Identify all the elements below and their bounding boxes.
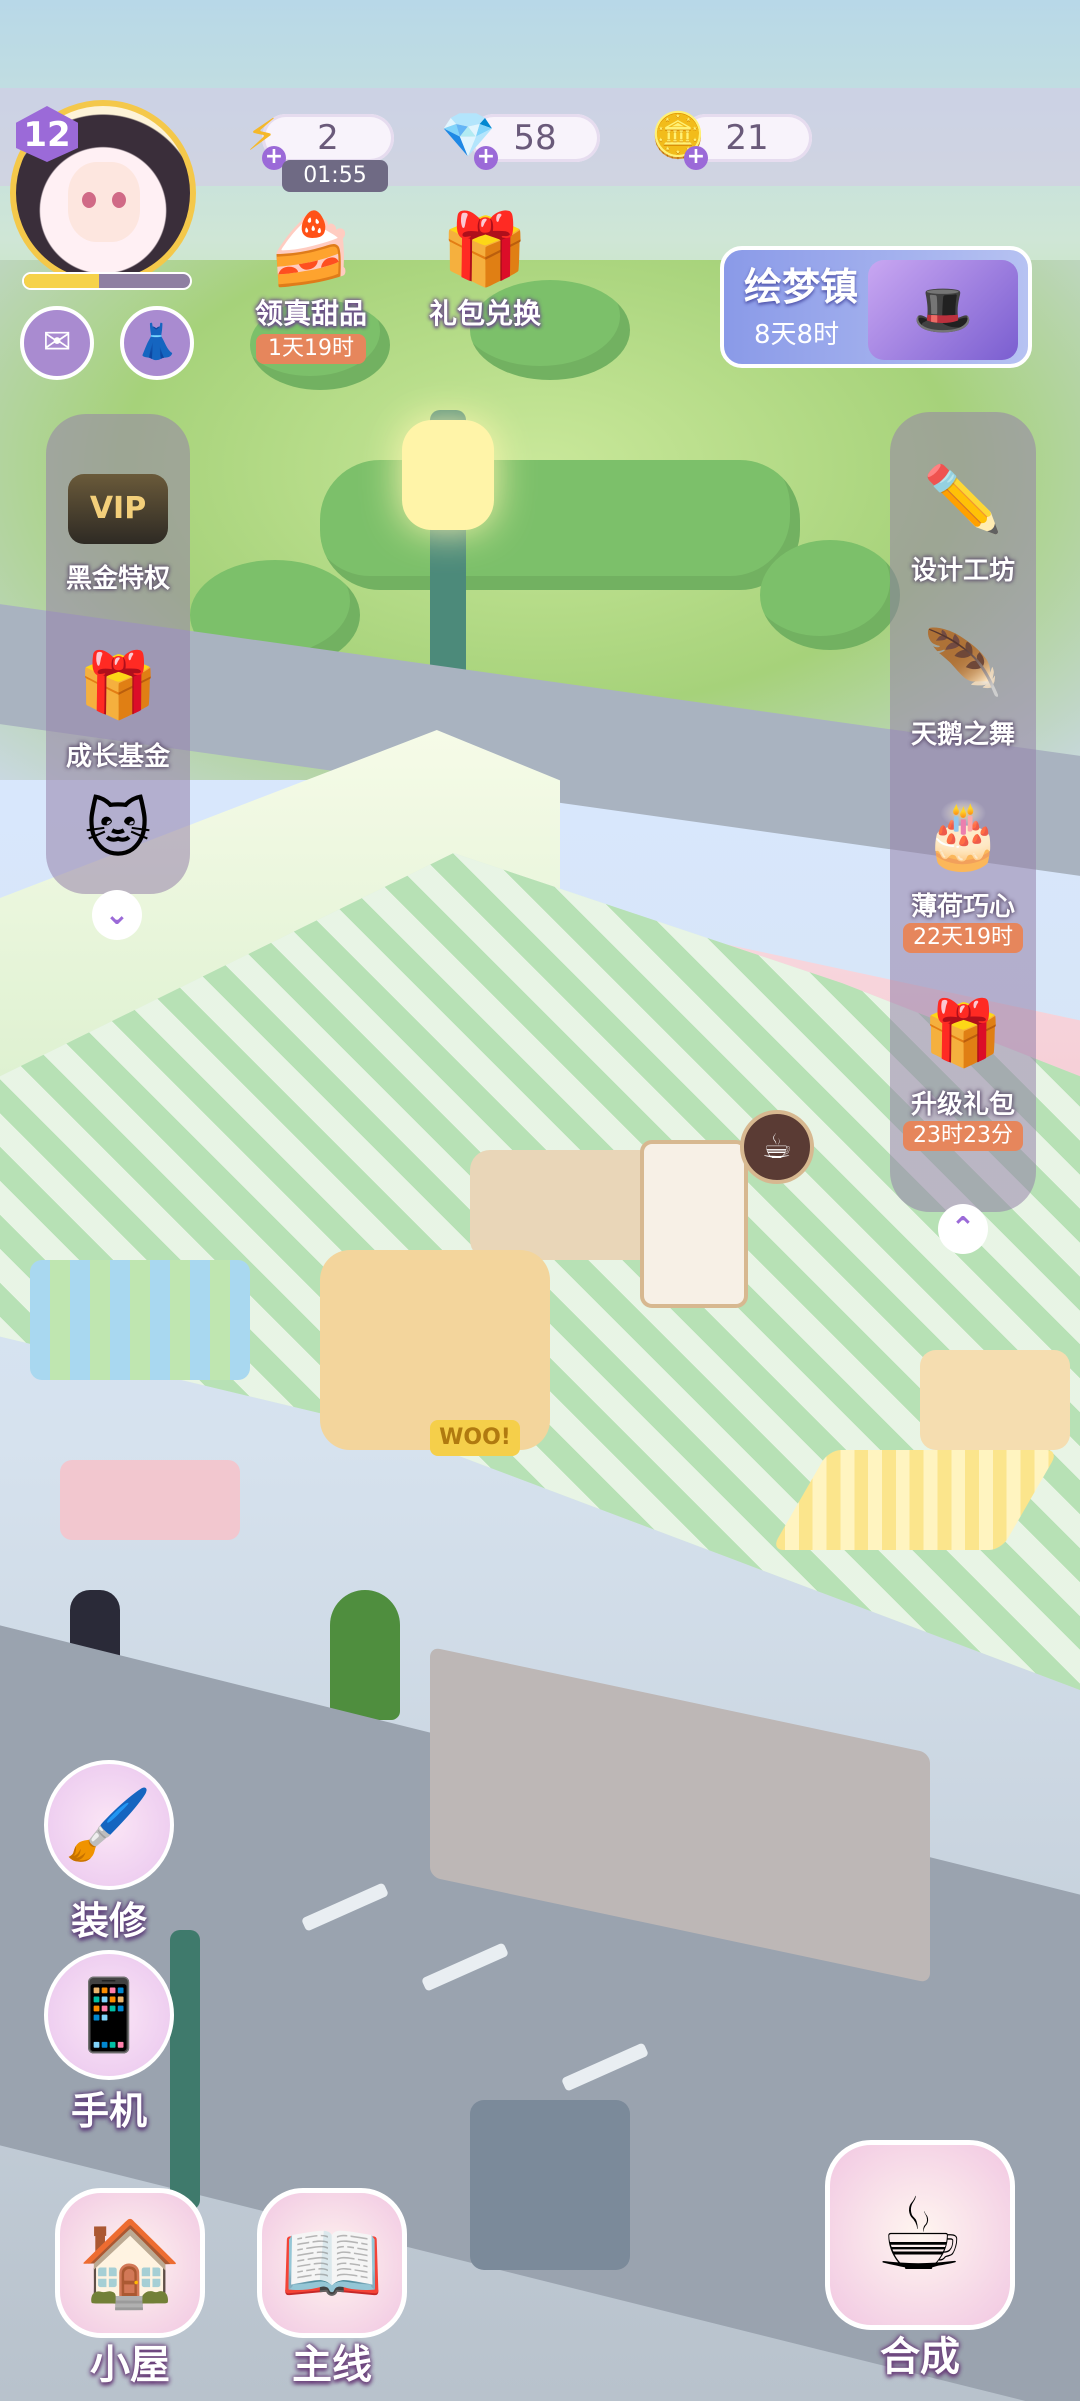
dessert-icon: 🍰 — [267, 208, 355, 290]
coffee-sign-icon: ☕ — [740, 1110, 814, 1184]
gift-box-icon: 🎁 — [78, 649, 158, 723]
avatar-eye — [82, 192, 96, 208]
player-avatar[interactable]: 12 — [10, 100, 200, 290]
teacup-icon: ☕ — [825, 2140, 1015, 2330]
growth-fund-label: 成长基金 — [65, 742, 170, 772]
design-workshop-label: 设计工坊 — [910, 556, 1015, 586]
bush — [760, 540, 900, 650]
dock-main-story-button[interactable]: 📖 主线 — [252, 2188, 412, 2390]
gift-icon: 🎁 — [441, 208, 529, 290]
add-coins-plus-icon[interactable]: + — [684, 146, 708, 170]
dock-merge-button[interactable]: ☕ 合成 — [820, 2140, 1020, 2382]
house-icon: 🏠 — [55, 2188, 205, 2338]
witch-hat-icon: 🎩 — [868, 260, 1018, 360]
feather-icon: 🪶 — [923, 627, 1003, 701]
phone-icon: 📱 — [44, 1950, 174, 2080]
phone-label: 手机 — [70, 2089, 147, 2133]
swan-dance-button[interactable]: 🪶 天鹅之舞 — [884, 614, 1042, 751]
vip-privilege-button[interactable]: VIP 黑金特权 — [50, 474, 186, 595]
display-table — [60, 1460, 240, 1540]
dock-merge-label: 合成 — [880, 2334, 960, 2380]
outfit-icon: 👗 — [135, 322, 179, 362]
chevron-up-icon[interactable]: ⌃ — [938, 1204, 988, 1254]
town-card-timer: 8天8时 — [754, 320, 840, 350]
present-icon: 🎁 — [923, 997, 1003, 1071]
mail-icon: ✉ — [42, 322, 72, 362]
add-gems-plus-icon[interactable]: + — [474, 146, 498, 170]
mint-chocolate-event-button[interactable]: 🎂 薄荷巧心 22天19时 — [884, 786, 1042, 953]
lamp-light — [402, 420, 494, 530]
trash-bins — [470, 2100, 630, 2270]
mail-button[interactable]: ✉ — [20, 306, 94, 380]
energy-timer: 01:55 — [282, 160, 388, 192]
event-gift-label: 礼包兑换 — [428, 297, 541, 330]
brush-icon: 🖌️ — [44, 1760, 174, 1890]
cat-gift-button[interactable]: 🐱 — [50, 780, 186, 880]
cake-icon: 🎂 — [923, 799, 1003, 873]
book-icon: 📖 — [257, 2188, 407, 2338]
dock-house-button[interactable]: 🏠 小屋 — [50, 2188, 210, 2390]
vip-icon: VIP — [68, 474, 168, 544]
clothes-rack — [30, 1260, 250, 1380]
avatar-face — [68, 162, 140, 242]
wardrobe-button[interactable]: 👗 — [120, 306, 194, 380]
phone-button[interactable]: 📱 手机 — [34, 1950, 184, 2135]
swan-dance-label: 天鹅之舞 — [910, 720, 1015, 750]
woo-sign: WOO! — [430, 1420, 520, 1456]
pencil-ruler-icon: ✏️ — [923, 463, 1003, 537]
hedge — [320, 460, 800, 590]
mint-chocolate-label: 薄荷巧心 — [910, 892, 1015, 922]
pastry-case — [640, 1140, 748, 1308]
avatar-eye — [112, 192, 126, 208]
event-dessert-label: 领真甜品 — [254, 297, 367, 330]
decorate-button[interactable]: 🖌️ 装修 — [34, 1760, 184, 1945]
sofa — [920, 1350, 1070, 1450]
design-workshop-button[interactable]: ✏️ 设计工坊 — [884, 450, 1042, 587]
town-card-title: 绘梦镇 — [744, 265, 859, 309]
vip-label: 黑金特权 — [65, 564, 170, 594]
growth-fund-button[interactable]: 🎁 成长基金 — [50, 636, 186, 773]
event-dessert[interactable]: 🍰 领真甜品 1天19时 — [236, 194, 386, 364]
dock-main-story-label: 主线 — [292, 2342, 372, 2388]
decorate-label: 装修 — [70, 1899, 147, 1943]
town-event-card[interactable]: 绘梦镇 8天8时 🎩 — [720, 246, 1032, 368]
potted-plant — [330, 1590, 400, 1720]
chevron-down-icon[interactable]: ⌄ — [92, 890, 142, 940]
upgrade-gift-button[interactable]: 🎁 升级礼包 23时23分 — [884, 984, 1042, 1151]
event-dessert-timer: 1天19时 — [256, 334, 366, 364]
upgrade-gift-label: 升级礼包 — [910, 1090, 1015, 1120]
dock-house-label: 小屋 — [90, 2342, 170, 2388]
cat-gift-icon: 🐱 — [84, 793, 152, 867]
xp-bar-fill — [24, 274, 99, 288]
xp-bar — [22, 272, 192, 290]
mint-chocolate-timer: 22天19时 — [903, 923, 1023, 953]
upgrade-gift-timer: 23时23分 — [903, 1121, 1023, 1151]
event-gift-redeem[interactable]: 🎁 礼包兑换 — [410, 194, 560, 332]
